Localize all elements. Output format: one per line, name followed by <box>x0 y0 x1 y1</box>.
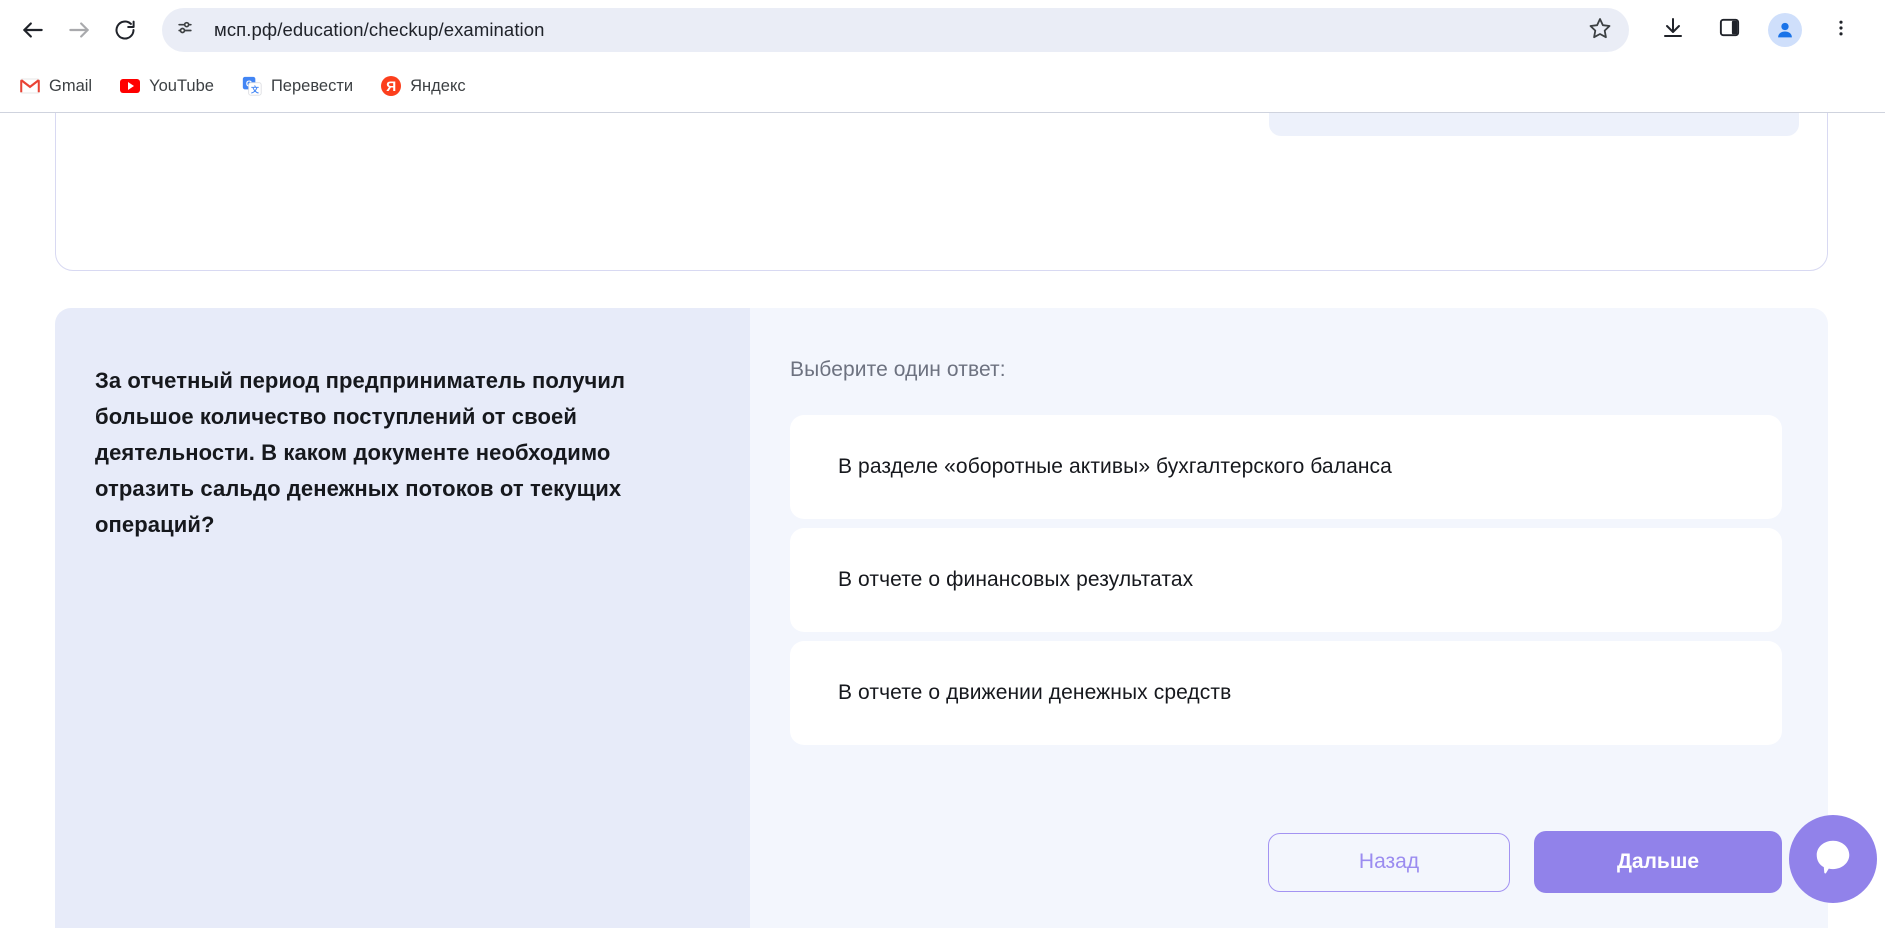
answer-option-label: В отчете о движении денежных средств <box>838 681 1232 704</box>
card-chip-placeholder <box>1269 113 1799 136</box>
quiz-navigation: Назад Дальше <box>1268 831 1782 893</box>
site-settings-icon <box>175 18 195 43</box>
profile-avatar-icon <box>1768 13 1802 47</box>
quiz-block: За отчетный период предприниматель получ… <box>55 308 1828 928</box>
next-question-button[interactable]: Дальше <box>1534 831 1782 893</box>
browser-toolbar: мсп.рф/education/checkup/examination <box>0 0 1885 60</box>
address-bar[interactable]: мсп.рф/education/checkup/examination <box>162 8 1629 52</box>
answer-option-label: В разделе «оборотные активы» бухгалтерск… <box>838 455 1392 478</box>
yandex-icon: Я <box>381 76 402 96</box>
question-pane: За отчетный период предприниматель получ… <box>55 308 750 928</box>
chat-support-button[interactable] <box>1789 815 1877 903</box>
back-button[interactable] <box>10 7 56 53</box>
bookmarks-bar: Gmail YouTube G 文 Перевести Я <box>0 60 1885 112</box>
browser-chrome: мсп.рф/education/checkup/examination Gma… <box>0 0 1885 113</box>
bookmark-label: YouTube <box>149 76 214 95</box>
side-panel-icon <box>1718 16 1741 44</box>
answer-list: В разделе «оборотные активы» бухгалтерск… <box>790 415 1782 745</box>
back-question-button[interactable]: Назад <box>1268 832 1510 892</box>
bookmark-button[interactable] <box>1581 11 1619 49</box>
download-icon <box>1661 16 1685 45</box>
chat-bubble-icon <box>1810 834 1856 885</box>
bookmark-label: Перевести <box>270 76 354 95</box>
bookmark-label: Gmail <box>49 76 93 95</box>
forward-arrow-icon <box>66 17 92 43</box>
google-translate-icon: G 文 <box>242 76 262 96</box>
three-dot-menu-icon <box>1831 18 1851 43</box>
answer-option-label: В отчете о финансовых результатах <box>838 568 1194 591</box>
browser-menu-button[interactable] <box>1819 8 1863 52</box>
side-panel-button[interactable] <box>1707 8 1751 52</box>
previous-question-card-partial <box>55 113 1828 271</box>
bookmark-label: Яндекс <box>410 76 466 95</box>
reload-button[interactable] <box>102 7 148 53</box>
profile-button[interactable] <box>1763 8 1807 52</box>
site-settings-button[interactable] <box>168 13 202 47</box>
gmail-icon <box>20 76 40 96</box>
answers-prompt: Выберите один ответ: <box>790 358 1006 381</box>
page-viewport: За отчетный период предприниматель получ… <box>0 113 1885 928</box>
bookmark-yandex[interactable]: Я Яндекс <box>371 68 476 104</box>
youtube-icon <box>120 76 141 96</box>
answer-option-1[interactable]: В разделе «оборотные активы» бухгалтерск… <box>790 415 1782 519</box>
bookmark-youtube[interactable]: YouTube <box>110 68 224 104</box>
url-text[interactable]: мсп.рф/education/checkup/examination <box>202 8 1581 52</box>
back-arrow-icon <box>20 17 46 43</box>
reload-icon <box>113 18 137 42</box>
answers-pane: Выберите один ответ: В разделе «оборотны… <box>750 308 1828 928</box>
bookmark-gmail[interactable]: Gmail <box>10 68 102 104</box>
bookmark-star-icon <box>1588 16 1612 45</box>
bookmark-translate[interactable]: G 文 Перевести <box>232 68 363 104</box>
answer-option-2[interactable]: В отчете о финансовых результатах <box>790 528 1782 632</box>
downloads-button[interactable] <box>1651 8 1695 52</box>
question-text: За отчетный период предприниматель получ… <box>95 368 626 537</box>
answer-option-3[interactable]: В отчете о движении денежных средств <box>790 641 1782 745</box>
svg-text:文: 文 <box>251 84 259 94</box>
forward-button[interactable] <box>56 7 102 53</box>
